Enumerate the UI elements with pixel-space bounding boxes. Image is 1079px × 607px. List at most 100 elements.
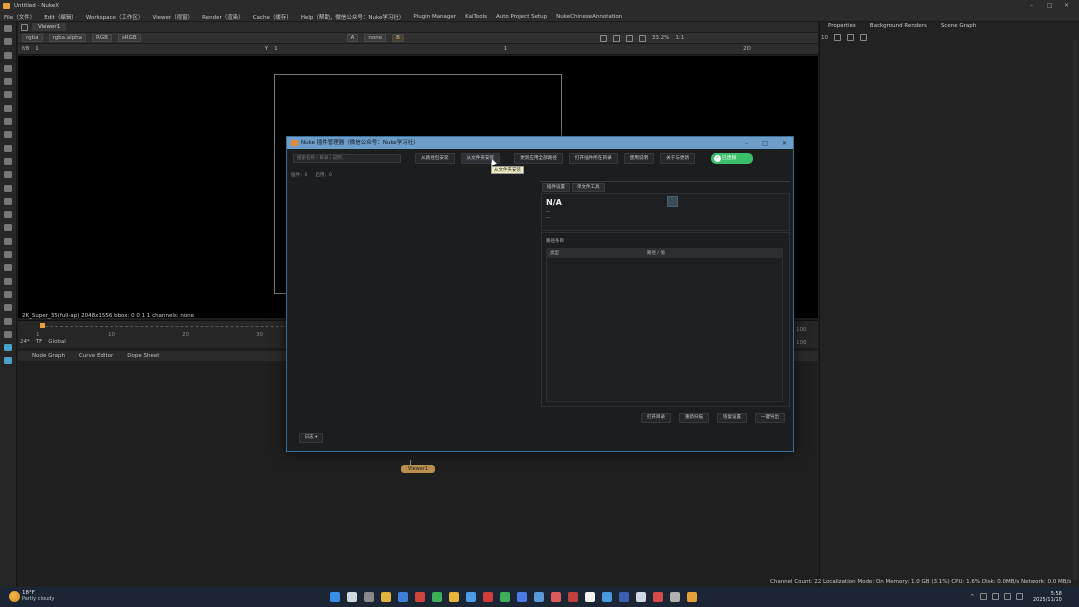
network-icon[interactable] — [979, 593, 987, 600]
views-tool-icon[interactable] — [4, 157, 12, 165]
taskbar-clock[interactable]: 5:58 2025/11/10 — [1033, 591, 1062, 603]
clear-panels-icon[interactable] — [834, 34, 841, 41]
input-a-select[interactable]: A — [346, 34, 359, 42]
open-directory-button[interactable]: 打开目录 — [641, 413, 671, 423]
taskbar-app-icon[interactable] — [500, 592, 510, 602]
display-select[interactable]: RGB — [92, 34, 112, 42]
plugin-search-input[interactable]: 搜索名称 / 目录 / 说明... — [293, 154, 401, 163]
viewer-node[interactable]: Viewer1 — [401, 465, 435, 473]
color-tool-icon[interactable] — [4, 78, 12, 86]
taskbar-app-icon[interactable] — [687, 592, 697, 602]
tab-background-renders[interactable]: Background Renders — [870, 23, 927, 29]
lock-icon[interactable] — [847, 34, 854, 41]
col-type[interactable]: 类型 — [547, 249, 647, 258]
minimize-button[interactable]: – — [1030, 2, 1033, 9]
filter-tool-icon[interactable] — [4, 91, 12, 99]
deep-tool-icon[interactable] — [4, 197, 12, 205]
gizmo-tool-icon[interactable] — [4, 277, 12, 285]
pause-icon[interactable] — [638, 34, 646, 42]
taskbar-app-icon[interactable] — [636, 592, 646, 602]
speaker-icon[interactable] — [1003, 593, 1011, 600]
install-from-zip-button[interactable]: 从路径包安装 — [415, 153, 455, 164]
taskbar-app-icon[interactable] — [330, 592, 340, 602]
particles-tool-icon[interactable] — [4, 184, 12, 192]
other-tool-icon[interactable] — [4, 224, 12, 232]
taskbar-app-icon[interactable] — [585, 592, 595, 602]
3d-tool-icon[interactable] — [4, 144, 12, 152]
tab-viewer1[interactable]: Viewer1 — [32, 23, 67, 31]
gain-value[interactable]: 1 — [504, 46, 508, 52]
display-icon[interactable] — [991, 593, 999, 600]
dialog-minimize-button[interactable]: – — [745, 140, 748, 147]
menu-edit[interactable]: Edit（编辑） — [44, 13, 77, 21]
frame-value[interactable]: 1 — [35, 46, 39, 52]
time-tool-icon[interactable] — [4, 51, 12, 59]
scope-select[interactable]: Global — [48, 339, 66, 345]
channel-tool-icon[interactable] — [4, 64, 12, 72]
close-button[interactable]: ✕ — [1064, 2, 1069, 9]
open-plugin-dir-button[interactable]: 打开插件所在目录 — [568, 153, 618, 164]
max-panels-value[interactable]: 10 — [821, 35, 828, 41]
menu-cache[interactable]: Cache（缓存） — [253, 13, 292, 21]
taskbar-app-icon[interactable] — [517, 592, 527, 602]
wipe-select[interactable]: none — [364, 34, 387, 42]
maximize-button[interactable]: □ — [1047, 2, 1053, 9]
y-value[interactable]: 1 — [274, 46, 278, 52]
dialog-maximize-button[interactable]: □ — [762, 140, 768, 147]
alpha-select[interactable]: rgba.alpha — [48, 34, 87, 42]
keyer-tool-icon[interactable] — [4, 104, 12, 112]
col-path-value[interactable]: 路径 / 值 — [647, 249, 665, 258]
fps-select[interactable]: 24* — [20, 339, 30, 345]
menu-help[interactable]: Help（帮助，微信公众号：Nuke学习社） — [301, 13, 405, 21]
script-tool-icon[interactable] — [4, 317, 12, 325]
menu-plugin-manager[interactable]: Plugin Manager — [413, 14, 456, 20]
cara-tool-icon[interactable] — [4, 290, 12, 298]
tab-plugin-settings[interactable]: 插件设置 — [542, 183, 570, 192]
taskbar-app-icon[interactable] — [364, 592, 374, 602]
about-update-button[interactable]: 关于与更新 — [660, 153, 696, 164]
blue-plugin-2-icon[interactable] — [4, 357, 12, 365]
menu-kaitools[interactable]: KaiTools — [465, 14, 487, 20]
taskbar-app-icon[interactable] — [670, 592, 680, 602]
update-all-paths-button[interactable]: 更新应用全部路径 — [514, 153, 563, 164]
panel-menu-icon[interactable] — [21, 23, 28, 31]
region-icon[interactable] — [625, 34, 633, 42]
taskbar-app-icon[interactable] — [398, 592, 408, 602]
taskbar-app-icon[interactable] — [466, 592, 476, 602]
tab-curve-editor[interactable]: Curve Editor — [79, 353, 113, 359]
tab-properties[interactable]: Properties — [828, 23, 856, 29]
rescan-button[interactable]: 重新扫描 — [679, 413, 709, 423]
viewer-mode[interactable]: 2D — [743, 46, 751, 52]
channels-select[interactable]: rgba — [22, 34, 43, 42]
taskbar-app-icon[interactable] — [568, 592, 578, 602]
tf-select[interactable]: TF — [36, 339, 43, 345]
ime-icon[interactable] — [1015, 593, 1023, 600]
taskbar-app-icon[interactable] — [534, 592, 544, 602]
pencil-icon[interactable] — [860, 34, 867, 41]
toolsets-icon[interactable] — [4, 211, 12, 219]
log-dropdown[interactable]: 日志 ▾ — [299, 433, 323, 443]
menu-render[interactable]: Render（渲染） — [202, 13, 244, 21]
export-all-button[interactable]: 一键导出 — [755, 413, 785, 423]
lut-select[interactable]: sRGB — [117, 34, 141, 42]
menu-workspace[interactable]: Workspace（工作区） — [86, 13, 144, 21]
playhead-marker[interactable] — [40, 323, 45, 328]
input-b-select[interactable]: B — [392, 34, 404, 42]
proxy-icon[interactable] — [612, 34, 620, 42]
taskbar-app-icon[interactable] — [551, 592, 561, 602]
connection-status-button[interactable]: ✓ 已连接 — [711, 153, 753, 164]
menu-file[interactable]: File（文件） — [4, 13, 35, 21]
taskbar-app-icon[interactable] — [483, 592, 493, 602]
path-entries-table[interactable]: 类型 路径 / 值 — [546, 248, 783, 402]
weather-sun-icon[interactable] — [9, 591, 20, 602]
settings-tool-icon[interactable] — [4, 304, 12, 312]
tray-chevron-icon[interactable]: ^ — [970, 594, 975, 600]
weather-widget[interactable]: 18°F Partly cloudy — [22, 590, 54, 602]
tab-scene-graph[interactable]: Scene Graph — [941, 23, 976, 29]
merge-tool-icon[interactable] — [4, 118, 12, 126]
right-scrollbar[interactable] — [1073, 40, 1077, 580]
taskbar-app-icon[interactable] — [381, 592, 391, 602]
taskbar-app-icon[interactable] — [602, 592, 612, 602]
ocula-tool-icon[interactable] — [4, 251, 12, 259]
taskbar-app-icon[interactable] — [653, 592, 663, 602]
